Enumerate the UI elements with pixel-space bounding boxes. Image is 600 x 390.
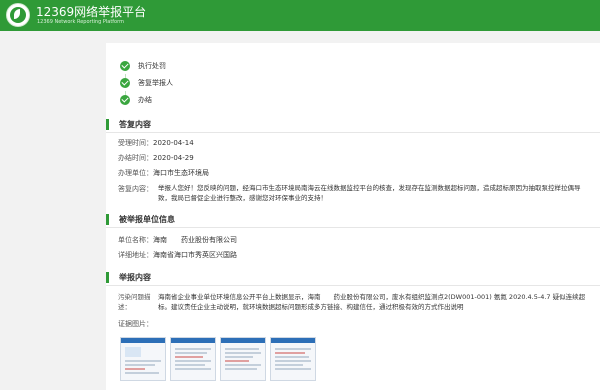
step-label: 办结 xyxy=(138,96,152,104)
evidence-image[interactable] xyxy=(120,337,166,381)
evidence-image[interactable] xyxy=(220,337,266,381)
platform-title: 12369网络举报平台 xyxy=(36,5,147,19)
check-circle-icon xyxy=(120,61,130,71)
problem-text: 海南省企业事业单位环境信息公开平台上数据显示，海南 药业股份有限公司，废水有组织… xyxy=(158,293,586,311)
step-label: 执行处罚 xyxy=(138,62,166,70)
divider xyxy=(106,227,600,228)
reply-content-text: 举报人您好！您反映的问题，经海口市生态环境局南海云在线数据监控平台的核查，发现存… xyxy=(158,184,581,202)
unit-name-value: 海南 药业股份有限公司 xyxy=(153,236,237,244)
platform-subtitle: 12369 Network Reporting Platform xyxy=(37,19,124,25)
reply-content-label: 答复内容： xyxy=(118,185,153,193)
evidence-image[interactable] xyxy=(170,337,216,381)
check-circle-icon xyxy=(120,78,130,88)
handler-row: 办理单位：海口市生态环境局 xyxy=(118,169,209,177)
finish-time-value: 2020-04-29 xyxy=(153,154,194,162)
problem-label: 污染问题描述： xyxy=(118,293,151,311)
logo-icon[interactable] xyxy=(6,3,30,27)
divider xyxy=(106,132,600,133)
unit-name-row: 单位名称：海南 药业股份有限公司 xyxy=(118,236,237,244)
evidence-label: 证据图片： xyxy=(118,320,153,328)
divider xyxy=(106,285,600,286)
finish-time-row: 办结时间：2020-04-29 xyxy=(118,154,194,162)
step-label: 答复举报人 xyxy=(138,79,173,87)
detail-card: 执行处罚 答复举报人 办结 答复内容 受理时间：2020-04-14 办结时间：… xyxy=(106,43,600,390)
accept-time-row: 受理时间：2020-04-14 xyxy=(118,139,194,147)
unit-address-row: 详细地址：海南省海口市秀英区兴国路 xyxy=(118,251,237,259)
check-circle-icon xyxy=(120,95,130,105)
accept-time-value: 2020-04-14 xyxy=(153,139,194,147)
top-header: 12369网络举报平台 12369 Network Reporting Plat… xyxy=(0,0,600,31)
evidence-image[interactable] xyxy=(270,337,316,381)
unit-address-value: 海南省海口市秀英区兴国路 xyxy=(153,251,237,259)
handler-value: 海口市生态环境局 xyxy=(153,169,209,177)
